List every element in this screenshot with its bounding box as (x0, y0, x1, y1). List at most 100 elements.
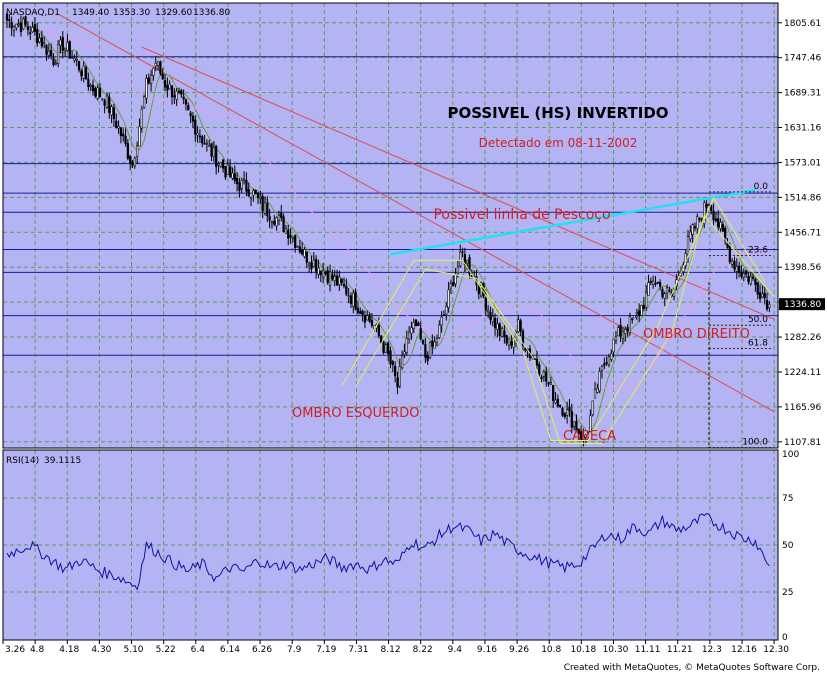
candle-body (129, 155, 132, 164)
x-tick-label: 9.16 (477, 645, 497, 655)
candle-body (647, 282, 650, 296)
candle-body (354, 292, 357, 310)
candle-body (619, 324, 622, 337)
x-tick-label: 7.19 (316, 645, 336, 655)
candle-body (259, 196, 262, 199)
candle-body (438, 324, 441, 338)
candle-body (326, 270, 329, 283)
candle-body (145, 78, 148, 99)
candle-body (282, 216, 285, 233)
candle-body (356, 307, 360, 313)
candle-body (10, 21, 13, 29)
candle-body (231, 172, 234, 179)
candle-body (407, 331, 411, 340)
candle-body (68, 41, 71, 59)
candle-body (166, 85, 169, 91)
chart-canvas: 0.0 23.6 50.0 61.8 100.0 1805.61 1747.46 1689.… (0, 2, 827, 673)
candle-body (115, 120, 118, 128)
candle-body (198, 135, 202, 138)
candle-body (301, 249, 304, 255)
candle-body (454, 274, 457, 285)
candle-body (201, 136, 204, 144)
x-tick-label: 6.26 (252, 645, 272, 655)
candle-body (91, 84, 95, 92)
candle-body (177, 91, 181, 93)
candle-body (29, 32, 32, 35)
x-tick-label: 5.22 (156, 645, 176, 655)
rsi-tick-label: 25 (782, 588, 793, 598)
candle-body (663, 293, 666, 299)
x-tick-label: 10.30 (603, 645, 629, 655)
x-tick-label: 3.26 (5, 645, 25, 655)
candle-body (119, 127, 123, 137)
candle-body (87, 78, 90, 87)
candle-body (447, 289, 450, 308)
x-tick-label: 10.18 (570, 645, 596, 655)
candle-body (612, 338, 615, 353)
candle-body (52, 58, 55, 65)
candle-body (263, 202, 267, 214)
candle-body (419, 328, 422, 340)
candle-body (126, 143, 129, 159)
candle-body (489, 311, 492, 320)
candle-body (744, 270, 748, 275)
candle-body (731, 260, 734, 265)
candle-body (110, 106, 113, 116)
candle-body (431, 340, 434, 347)
candle-body (482, 283, 485, 297)
y-tick-label: 1573.01 (784, 158, 821, 168)
candle-body (45, 44, 48, 55)
stock-chart: 0.0 23.6 50.0 61.8 100.0 1805.61 1747.46 1689.… (0, 0, 827, 675)
candle-body (124, 135, 127, 144)
candle-body (33, 24, 37, 32)
candle-body (196, 132, 199, 136)
candle-body (738, 265, 741, 273)
x-tick-label: 8.22 (413, 645, 433, 655)
candle-body (487, 309, 490, 313)
candle-body (566, 409, 569, 416)
candle-body (607, 356, 611, 366)
candle-body (710, 205, 713, 211)
candle-body (714, 218, 718, 222)
candle-body (642, 304, 645, 309)
candle-body (445, 306, 448, 315)
candle-body (394, 365, 397, 377)
candle-body (349, 295, 353, 304)
candle-body (117, 126, 120, 129)
candle-body (252, 190, 255, 196)
candle-body (40, 37, 43, 47)
candle-body (136, 145, 139, 157)
candle-body (538, 364, 541, 376)
candle-body (328, 271, 332, 286)
y-tick-label: 1514.86 (784, 193, 821, 203)
rsi-tick-label: 50 (782, 541, 794, 551)
candle-body (170, 85, 174, 98)
candle-body (554, 399, 557, 404)
candle-body (496, 323, 499, 330)
candle-body (219, 162, 222, 167)
candle-body (235, 178, 239, 185)
candle-body (640, 305, 643, 316)
candle-body (333, 276, 336, 282)
candle-body (461, 251, 464, 253)
candle-body (761, 293, 764, 298)
left-shoulder-label: OMBRO ESQUERDO (292, 406, 419, 421)
candle-body (182, 96, 185, 100)
candle-body (693, 226, 697, 229)
candle-body (596, 388, 599, 393)
candle-body (556, 398, 559, 407)
candle-body (291, 236, 294, 239)
candle-body (359, 311, 362, 314)
candle-body (368, 314, 371, 322)
candle-body (598, 371, 601, 392)
candle-body (222, 159, 225, 169)
candle-body (403, 351, 406, 355)
candle-body (517, 319, 520, 333)
candle-body (751, 276, 755, 279)
x-tick-label: 6.14 (220, 645, 240, 655)
rsi-tick-label: 100 (782, 450, 799, 460)
candle-body (96, 87, 99, 99)
candle-body (175, 90, 178, 100)
fib-level-label: 50.0 (748, 315, 768, 325)
candle-body (428, 342, 432, 358)
